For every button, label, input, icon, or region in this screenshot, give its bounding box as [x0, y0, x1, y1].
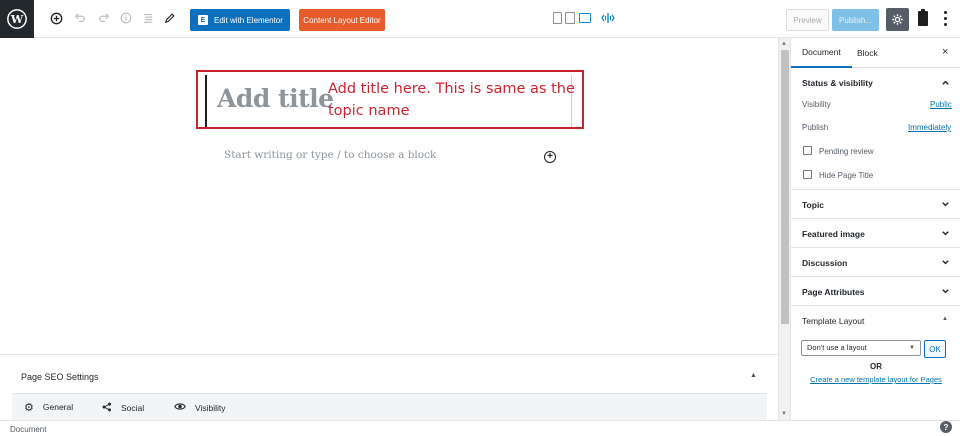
top-toolbar: W E Edit with Elementor Content Layout E… [0, 0, 960, 38]
tab-block[interactable]: Block [857, 38, 878, 68]
featured-image-section[interactable]: Featured image [791, 219, 960, 248]
publish-button[interactable]: Publish... [832, 9, 879, 31]
page-seo-settings-panel: Page SEO Settings ▲ ⚙ General Social Vis… [0, 354, 778, 422]
scrollbar-thumb[interactable] [781, 50, 789, 324]
editor-canvas: Add title Add title here. This is same a… [0, 38, 778, 354]
template-layout-select-value: Don't use a layout [807, 343, 867, 352]
or-separator: OR [870, 362, 882, 371]
preview-button[interactable]: Preview [786, 9, 829, 31]
editor-scrollbar[interactable]: ▲ ▼ [778, 38, 790, 420]
plus-circle-icon[interactable]: + [544, 151, 556, 163]
chevron-up-icon[interactable] [941, 78, 950, 87]
undo-icon[interactable] [72, 10, 88, 26]
breadcrumb[interactable]: Document [10, 425, 46, 434]
hide-page-title-checkbox[interactable] [803, 170, 812, 179]
topic-heading: Topic [802, 200, 825, 210]
desktop-preview-icon[interactable] [579, 13, 591, 23]
visibility-label: Visibility [802, 100, 831, 109]
edit-with-elementor-label: Edit with Elementor [214, 15, 283, 25]
gear-icon[interactable] [886, 8, 909, 31]
list-icon[interactable] [140, 10, 156, 26]
pending-review-checkbox[interactable] [803, 146, 812, 155]
tab-document[interactable]: Document [791, 38, 852, 68]
tablet-preview-icon[interactable] [565, 12, 575, 24]
clipboard-icon[interactable] [918, 9, 928, 26]
seo-tab-visibility[interactable]: Visibility [174, 394, 226, 422]
info-icon[interactable] [118, 10, 134, 26]
elementor-icon: E [198, 15, 208, 25]
seo-tab-label: Visibility [195, 403, 226, 413]
wordpress-icon[interactable]: W [0, 0, 34, 38]
topic-section[interactable]: Topic [791, 190, 960, 219]
publish-date-link[interactable]: Immediately [908, 123, 951, 132]
pencil-icon[interactable] [162, 10, 178, 26]
seo-tab-label: General [42, 402, 74, 412]
seo-panel-title[interactable]: Page SEO Settings [21, 372, 99, 382]
scroll-down-arrow-icon[interactable]: ▼ [781, 411, 787, 417]
chevron-down-icon[interactable] [941, 258, 950, 267]
hide-page-title-label: Hide Page Title [819, 171, 874, 180]
sidebar-tabs: Document Block × [791, 38, 960, 68]
status-visibility-heading[interactable]: Status & visibility [802, 78, 873, 88]
annotation-text: Add title here. This is same as the topi… [328, 81, 575, 119]
chevron-down-icon[interactable] [941, 200, 950, 209]
collapse-up-icon[interactable]: ▲ [942, 316, 948, 322]
mobile-preview-icon[interactable] [553, 12, 562, 24]
share-icon [102, 402, 112, 415]
gear-icon: ⚙ [24, 401, 34, 414]
template-ok-button[interactable]: OK [924, 340, 946, 358]
chevron-down-icon[interactable] [941, 287, 950, 296]
responsive-width-icon[interactable] [600, 10, 616, 26]
close-icon[interactable]: × [942, 46, 948, 58]
content-layout-editor-button[interactable]: Content Layout Editor [299, 9, 385, 31]
featured-image-heading: Featured image [802, 229, 865, 239]
settings-sidebar: Document Block × Status & visibility Vis… [790, 38, 960, 420]
chevron-down-icon[interactable] [941, 229, 950, 238]
pending-review-label: Pending review [819, 147, 874, 156]
block-appender-placeholder[interactable]: Start writing or type / to choose a bloc… [224, 149, 436, 161]
seo-tab-general[interactable]: ⚙ General [12, 394, 86, 422]
seo-tab-label: Social [121, 403, 145, 413]
eye-icon [174, 402, 186, 414]
seo-tabs: ⚙ General Social Visibility [12, 393, 767, 422]
redo-icon[interactable] [96, 10, 112, 26]
template-layout-select[interactable]: Don't use a layout ▼ [801, 340, 921, 356]
more-vertical-icon[interactable] [943, 11, 947, 26]
seo-tab-social[interactable]: Social [102, 394, 144, 422]
template-layout-heading[interactable]: Template Layout [802, 316, 864, 326]
status-visibility-section: Status & visibility Visibility Public Pu… [791, 68, 960, 190]
page-attributes-section[interactable]: Page Attributes [791, 277, 960, 306]
wordpress-block-editor: W E Edit with Elementor Content Layout E… [0, 0, 960, 436]
visibility-value-link[interactable]: Public [930, 100, 952, 109]
help-icon[interactable]: ? [940, 421, 952, 433]
discussion-section[interactable]: Discussion [791, 248, 960, 277]
publish-label: Publish [802, 123, 829, 132]
edit-with-elementor-button[interactable]: E Edit with Elementor [190, 9, 290, 31]
page-attributes-heading: Page Attributes [802, 287, 865, 297]
svg-text:W: W [10, 13, 24, 26]
plus-circle-icon[interactable] [48, 10, 64, 26]
scroll-up-arrow-icon[interactable]: ▲ [781, 41, 787, 47]
collapse-up-icon[interactable]: ▲ [750, 372, 757, 379]
create-template-layout-link[interactable]: Create a new template layout for Pages [791, 375, 960, 384]
discussion-heading: Discussion [802, 258, 848, 268]
chevron-down-icon: ▼ [909, 345, 915, 351]
status-footer: Document ? [0, 420, 960, 436]
